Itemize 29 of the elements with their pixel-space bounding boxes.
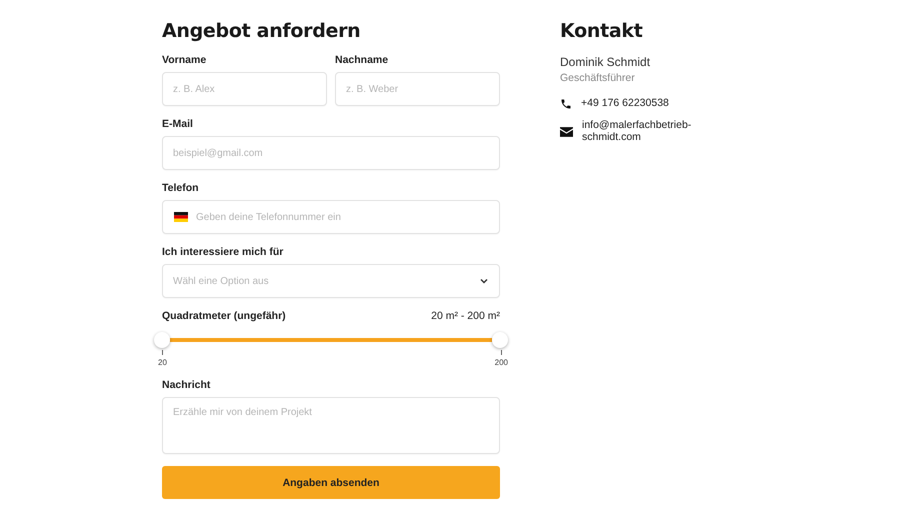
input-field[interactable]: z. B. Weber	[335, 72, 500, 106]
submit-button[interactable]: Angaben absenden	[162, 466, 500, 499]
contact-name: Dominik Schmidt	[560, 55, 652, 69]
contact-title: Kontakt	[560, 20, 644, 42]
field-label: Quadratmeter (ungefähr)	[162, 310, 286, 322]
slider-thumb[interactable]	[492, 332, 508, 348]
phone-icon	[560, 98, 572, 110]
envelope-icon	[560, 126, 573, 137]
flag-icon[interactable]	[174, 212, 188, 222]
chevron-down-icon	[480, 278, 488, 284]
tick-label: 200	[494, 358, 508, 367]
range-reading: 20 m² - 200 m²	[431, 310, 500, 322]
input-field[interactable]: beispiel@gmail.com	[162, 136, 500, 170]
slider-thumb[interactable]	[154, 332, 170, 348]
form-title: Angebot anfordern	[162, 20, 362, 42]
contact-detail: +49 176 62230538	[581, 98, 670, 110]
tick-label: 20	[158, 358, 167, 367]
field-label: Telefon	[162, 182, 200, 194]
field-label: Ich interessiere mich für	[162, 246, 284, 258]
message-field[interactable]: Erzähle mir von deinem Projekt	[162, 397, 500, 454]
select-field[interactable]: Wähl eine Option aus	[162, 264, 500, 298]
input-field[interactable]: z. B. Alex	[162, 72, 327, 106]
contact-detail: info@malerfachbetrieb-schmidt.com	[582, 120, 692, 144]
contact-role: Geschäftsführer	[560, 72, 636, 84]
phone-field[interactable]: Geben deine Telefonnummer ein	[162, 200, 500, 234]
field-label: Nachricht	[162, 379, 212, 391]
field-label: Vorname	[162, 54, 208, 66]
field-label: Nachname	[335, 54, 390, 66]
field-label: E-Mail	[162, 118, 194, 130]
